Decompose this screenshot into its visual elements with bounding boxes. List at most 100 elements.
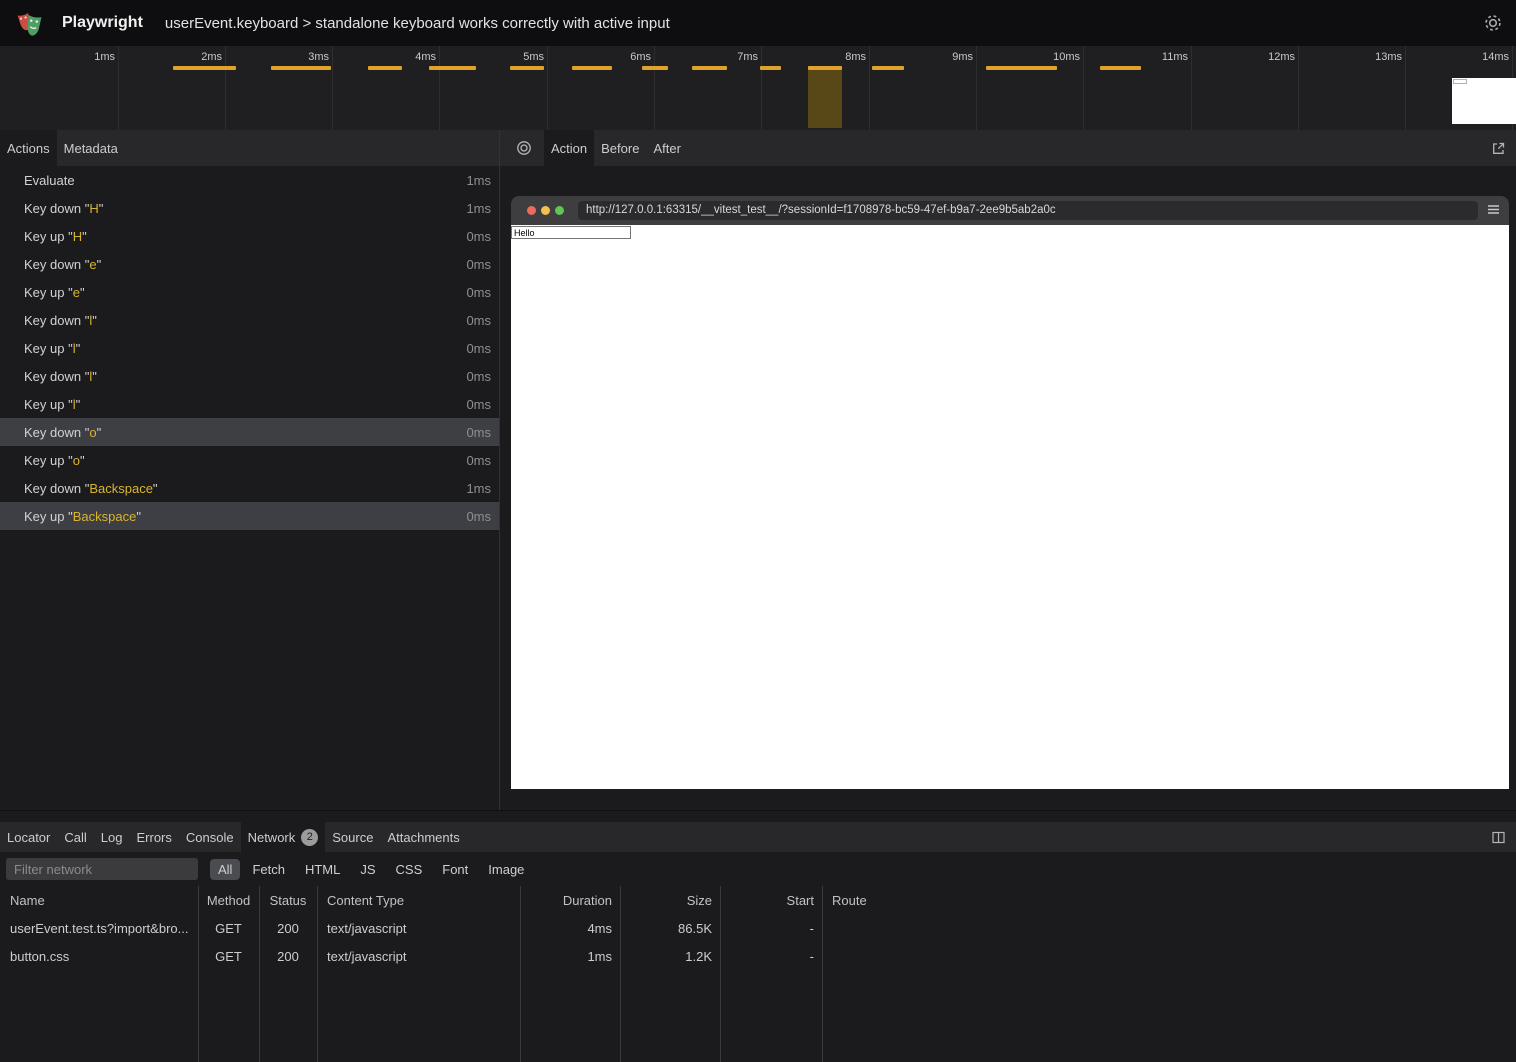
actions-panel-tabs: Actions Metadata [0,130,499,166]
network-header-cell: Status [259,893,317,908]
action-duration: 0ms [466,285,491,300]
network-cell: - [720,921,822,936]
tab-actions[interactable]: Actions [0,130,57,166]
action-list-item[interactable]: Key down "e"0ms [0,250,499,278]
timeline-action-bar [692,66,727,70]
network-cell: GET [198,921,259,936]
open-snapshot-external-icon[interactable] [1484,130,1512,166]
action-list-item[interactable]: Key up "Backspace"0ms [0,502,499,530]
tab-label: Locator [7,830,50,845]
action-duration: 0ms [466,509,491,524]
network-filter-input[interactable] [6,858,198,880]
action-list-item[interactable]: Key down "Backspace"1ms [0,474,499,502]
tab-metadata[interactable]: Metadata [57,130,125,166]
action-duration: 0ms [466,257,491,272]
network-column-separator [198,886,199,1062]
network-cell: userEvent.test.ts?import&bro... [0,921,198,936]
action-key-value: e [73,285,80,300]
network-cell: text/javascript [317,949,520,964]
action-duration: 0ms [466,425,491,440]
timeline-gridline [976,46,977,130]
playwright-logo-icon [15,8,45,38]
action-list-item[interactable]: Key down "l"0ms [0,362,499,390]
filter-chip-html[interactable]: HTML [297,859,348,880]
tab-network[interactable]: Network2 [241,822,326,852]
network-column-separator [720,886,721,1062]
trace-viewer-window: Playwright userEvent.keyboard > standalo… [0,0,1516,1062]
timeline-action-bar [572,66,612,70]
pick-locator-target-icon[interactable] [500,130,544,166]
network-row[interactable]: userEvent.test.ts?import&bro...GET200tex… [0,914,1516,942]
filter-chip-image[interactable]: Image [480,859,532,880]
timeline-action-bar [642,66,668,70]
action-key-value: e [89,257,96,272]
trace-title: userEvent.keyboard > standalone keyboard… [165,15,670,32]
network-header-cell: Duration [520,893,620,908]
timeline-action-bar [429,66,476,70]
action-label: Key down [24,257,85,272]
tab-label: Before [601,141,639,156]
bottom-panel: Locator Call Log ErrorsConsoleNetwork2Sourc… [0,822,1516,1062]
tab-action[interactable]: Action [544,130,594,166]
tab-log[interactable]: Log [94,822,130,852]
action-list-item[interactable]: Evaluate1ms [0,166,499,194]
action-list-item[interactable]: Key up "l"0ms [0,334,499,362]
network-cell: 4ms [520,921,620,936]
tab-label: After [653,141,680,156]
action-list-item[interactable]: Key down "o"0ms [0,418,499,446]
tab-label: Attachments [387,830,459,845]
action-list-item[interactable]: Key down "H"1ms [0,194,499,222]
action-list-item[interactable]: Key down "l"0ms [0,306,499,334]
timeline[interactable]: 1ms2ms3ms4ms5ms6ms7ms8ms9ms10ms11ms12ms1… [0,46,1516,132]
action-duration: 0ms [466,369,491,384]
timeline-film-thumbnail [1452,78,1516,124]
action-quote: " [80,285,85,300]
timeline-tick-label: 13ms [1342,51,1402,63]
action-quote: " [80,453,85,468]
network-header-cell: Route [822,893,1516,908]
network-cell: button.css [0,949,198,964]
timeline-gridline [654,46,655,130]
timeline-tick-label: 14ms [1449,51,1509,63]
tab-label: Metadata [64,141,118,156]
tab-console[interactable]: Console [179,822,241,852]
timeline-action-bar [1100,66,1141,70]
tab-call[interactable]: Call [57,822,93,852]
tab-before[interactable]: Before [594,130,646,166]
filter-chip-font[interactable]: Font [434,859,476,880]
timeline-gridline [1405,46,1406,130]
action-list-item[interactable]: Key up "H"0ms [0,222,499,250]
action-quote: " [76,397,81,412]
traffic-light-zoom-icon [555,206,564,215]
action-list-item[interactable]: Key up "l"0ms [0,390,499,418]
action-list-item[interactable]: Key up "e"0ms [0,278,499,306]
timeline-action-bar [808,66,842,70]
tab-source[interactable]: Source [325,822,380,852]
panel-divider[interactable] [0,810,1516,811]
action-list-item[interactable]: Key up "o"0ms [0,446,499,474]
action-key-value: Backspace [89,481,153,496]
tab-errors[interactable]: Errors [129,822,178,852]
tab-attachments[interactable]: Attachments [380,822,466,852]
action-duration: 1ms [466,481,491,496]
network-row[interactable]: button.cssGET200text/javascript1ms1.2K- [0,942,1516,970]
filter-chip-js[interactable]: JS [352,859,383,880]
timeline-tick-label: 1ms [55,51,115,63]
timeline-gridline [439,46,440,130]
tab-locator[interactable]: Locator [0,822,57,852]
filter-chip-all[interactable]: All [210,859,240,880]
filter-chip-fetch[interactable]: Fetch [244,859,293,880]
action-quote: " [82,229,87,244]
settings-gear-icon[interactable] [1482,12,1504,34]
action-list: Evaluate1msKey down "H"1msKey up "H"0msK… [0,166,499,530]
action-label: Key up [24,285,68,300]
browser-menu-icon [1486,202,1501,222]
timeline-gridline [1191,46,1192,130]
action-label: Key down [24,425,85,440]
layout-columns-icon[interactable] [1484,822,1512,852]
tab-label: Network [248,830,296,845]
action-label: Key down [24,313,85,328]
tab-after[interactable]: After [646,130,687,166]
tab-label: Log [101,830,123,845]
filter-chip-css[interactable]: CSS [388,859,431,880]
